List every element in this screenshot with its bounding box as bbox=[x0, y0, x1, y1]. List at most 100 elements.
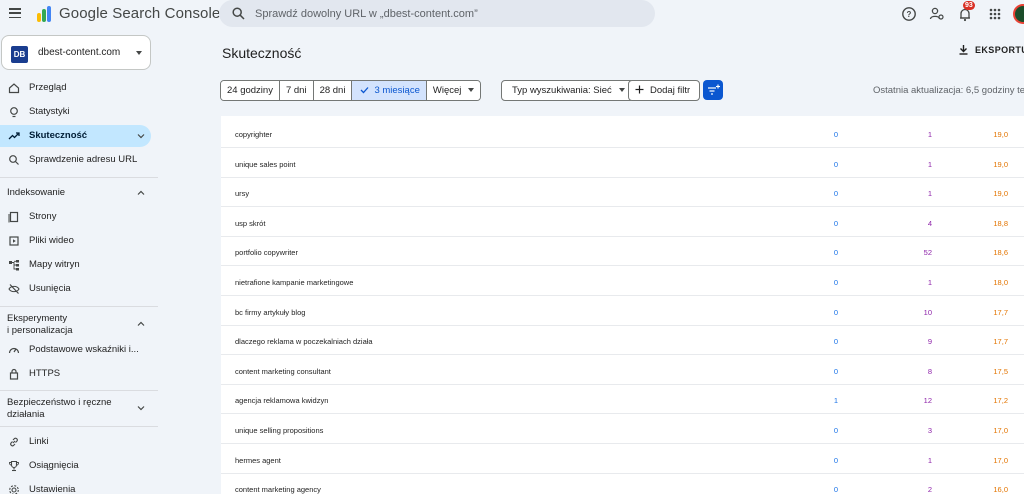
sidebar-item-label: Osiągnięcia bbox=[29, 460, 79, 471]
table-row[interactable]: bc firmy artykuły blog 0 10 17,7 bbox=[221, 296, 1024, 326]
date-range-segments: 24 godziny 7 dni 28 dni 3 miesiące Więce… bbox=[220, 80, 482, 101]
query-cell: dlaczego reklama w poczekalniach działa bbox=[235, 337, 373, 347]
settings-icon bbox=[9, 485, 19, 494]
add-filter-button[interactable]: Dodaj filtr bbox=[628, 80, 701, 101]
clicks-cell: 0 bbox=[833, 248, 838, 258]
section-eksperymenty[interactable]: Eksperymenty i personalizacja bbox=[0, 311, 151, 339]
table-row[interactable]: dlaczego reklama w poczekalniach działa 0… bbox=[221, 325, 1024, 356]
sidebar-item-sprawdzenie-url[interactable]: Sprawdzenie adresu URL bbox=[0, 149, 151, 171]
search-icon bbox=[232, 7, 245, 20]
chevron-up-icon bbox=[137, 321, 145, 326]
url-inspection-search[interactable] bbox=[219, 0, 655, 27]
clicks-cell: 0 bbox=[833, 366, 838, 376]
apps-grid-icon[interactable] bbox=[987, 6, 1003, 22]
help-icon[interactable]: ? bbox=[901, 6, 917, 22]
sidebar-item-label: Statystyki bbox=[29, 106, 70, 117]
position-cell: 19,0 bbox=[993, 189, 1008, 199]
video-icon bbox=[9, 236, 19, 246]
section-label-line1: Eksperymenty bbox=[7, 313, 68, 324]
position-cell: 16,0 bbox=[993, 485, 1008, 494]
hamburger-menu-icon[interactable] bbox=[9, 8, 21, 18]
impressions-cell: 3 bbox=[927, 426, 932, 435]
range-7d[interactable]: 7 dni bbox=[279, 81, 314, 100]
position-cell: 18,6 bbox=[993, 248, 1008, 258]
table-row[interactable]: copyrighter 0 1 19,0 bbox=[221, 118, 1024, 148]
sidebar-item-przeglad[interactable]: Przegląd bbox=[0, 77, 151, 99]
table-row[interactable]: ursy 0 1 19,0 bbox=[221, 177, 1024, 208]
sidebar-item-linki[interactable]: Linki bbox=[0, 431, 151, 453]
sidebar-item-skutecznosc[interactable]: Skuteczność bbox=[0, 125, 151, 147]
table-row[interactable]: hermes agent 0 1 17,0 bbox=[221, 444, 1024, 474]
table-row[interactable]: unique sales point 0 1 19,0 bbox=[221, 148, 1024, 178]
range-28d[interactable]: 28 dni bbox=[313, 81, 353, 100]
chevron-down-icon bbox=[136, 51, 142, 55]
sidebar-divider bbox=[0, 306, 158, 307]
export-label: EKSPORTUJ bbox=[975, 44, 1024, 55]
impressions-cell: 12 bbox=[923, 396, 932, 406]
sidebar-item-https[interactable]: HTTPS bbox=[0, 363, 151, 385]
property-selector[interactable]: DB dbest-content.com bbox=[1, 35, 151, 70]
position-cell: 17,0 bbox=[993, 455, 1008, 465]
impressions-cell: 1 bbox=[927, 455, 932, 465]
sidebar-item-statystyki[interactable]: Statystyki bbox=[0, 101, 151, 123]
query-cell: content marketing agency bbox=[235, 485, 321, 494]
date-range-selector: 24 godziny 7 dni 28 dni 3 miesiące Więce… bbox=[220, 80, 482, 101]
top-bar: Google Search Console ? 93 bbox=[0, 0, 1024, 28]
range-3m[interactable]: 3 miesiące bbox=[352, 81, 427, 100]
table-row[interactable]: nietrafione kampanie marketingowe 0 1 18,0 bbox=[221, 266, 1024, 296]
table-row[interactable]: portfolio copywriter 0 52 18,6 bbox=[221, 236, 1024, 267]
range-more[interactable]: Więcej bbox=[426, 81, 481, 100]
position-cell: 19,0 bbox=[993, 130, 1008, 139]
manage-users-icon[interactable] bbox=[929, 6, 945, 22]
impressions-cell: 1 bbox=[927, 130, 932, 139]
svg-text:?: ? bbox=[907, 10, 912, 19]
sidebar-item-label: HTTPS bbox=[29, 368, 61, 379]
position-cell: 17,7 bbox=[993, 337, 1008, 347]
query-cell: unique selling propositions bbox=[235, 426, 324, 435]
search-type-filter[interactable]: Typ wyszukiwania: Sieć bbox=[501, 80, 634, 101]
table-row[interactable]: content marketing agency 0 2 16,0 bbox=[221, 473, 1024, 494]
last-update-text: Ostatnia aktualizacja: 6,5 godziny temu bbox=[873, 85, 1024, 96]
impressions-cell: 1 bbox=[927, 159, 932, 169]
filter-rows-button[interactable] bbox=[703, 80, 723, 100]
sidebar-item-strony[interactable]: Strony bbox=[0, 206, 151, 228]
sidebar-item-core-web-vitals[interactable]: Podstawowe wskaźniki i... bbox=[0, 339, 151, 361]
lightbulb-icon bbox=[10, 107, 18, 118]
sidebar-item-pliki-wideo[interactable]: Pliki wideo bbox=[0, 230, 151, 252]
sidebar-divider bbox=[0, 390, 158, 391]
section-bezpieczenstwo[interactable]: Bezpieczeństwo i ręczne działania bbox=[0, 395, 151, 423]
position-cell: 17,5 bbox=[993, 366, 1008, 376]
section-indeksowanie[interactable]: Indeksowanie bbox=[0, 183, 151, 201]
sidebar-item-usuniecia[interactable]: Usunięcia bbox=[0, 278, 151, 300]
search-icon bbox=[9, 155, 19, 165]
section-label-line1: Bezpieczeństwo i ręczne bbox=[7, 397, 112, 408]
query-cell: usp skrót bbox=[235, 218, 266, 228]
query-cell: copyrighter bbox=[235, 130, 273, 139]
query-cell: nietrafione kampanie marketingowe bbox=[235, 278, 354, 287]
avatar[interactable] bbox=[1013, 4, 1024, 24]
impressions-cell: 8 bbox=[927, 366, 932, 376]
sidebar-item-mapy-witryn[interactable]: Mapy witryn bbox=[0, 254, 151, 276]
sitemap-icon bbox=[9, 260, 19, 271]
range-24h[interactable]: 24 godziny bbox=[221, 81, 280, 100]
table-row[interactable]: usp skrót 0 4 18,8 bbox=[221, 207, 1024, 237]
pages-icon bbox=[8, 211, 19, 223]
sidebar-item-ustawienia[interactable]: Ustawienia bbox=[0, 479, 151, 494]
section-label: Indeksowanie bbox=[7, 187, 66, 198]
export-button[interactable]: EKSPORTUJ bbox=[958, 44, 1024, 55]
home-icon bbox=[8, 83, 20, 94]
query-cell: hermes agent bbox=[235, 455, 281, 465]
search-input[interactable] bbox=[255, 4, 645, 24]
table-row[interactable]: unique selling propositions 0 3 17,0 bbox=[221, 414, 1024, 444]
sidebar-item-osiagniecia[interactable]: Osiągnięcia bbox=[0, 455, 151, 477]
page-title: Skuteczność bbox=[222, 45, 302, 61]
speed-icon bbox=[8, 347, 20, 354]
position-cell: 19,0 bbox=[993, 159, 1008, 169]
table-row[interactable]: content marketing consultant 0 8 17,5 bbox=[221, 355, 1024, 385]
query-cell: unique sales point bbox=[235, 159, 296, 169]
chevron-down-icon bbox=[137, 134, 145, 139]
table-row[interactable]: agencja reklamowa kwidzyn 1 12 17,2 bbox=[221, 384, 1024, 415]
query-cell: bc firmy artykuły blog bbox=[235, 307, 306, 317]
sidebar-item-label: Linki bbox=[29, 436, 49, 447]
sidebar-divider bbox=[0, 177, 158, 178]
